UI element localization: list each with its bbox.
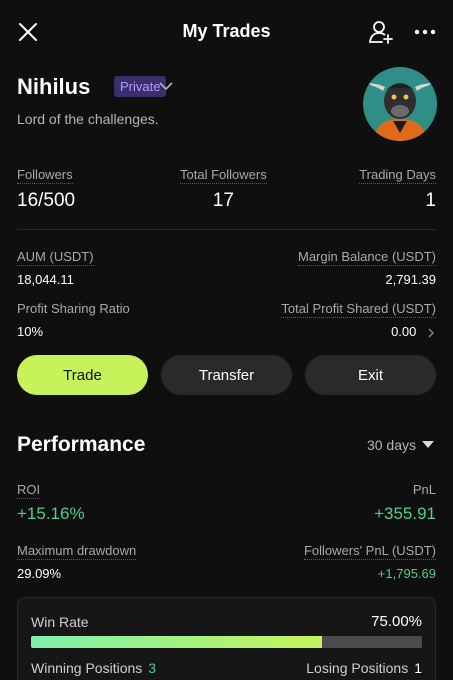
caret-down-icon xyxy=(422,441,434,448)
win-rate-card: Win Rate 75.00% Winning Positions 3 Losin… xyxy=(17,597,436,680)
aum-value: 18,044.11 xyxy=(17,272,74,287)
trade-button[interactable]: Trade xyxy=(17,355,148,395)
divider xyxy=(17,229,436,230)
top-bar: My Trades xyxy=(0,0,453,64)
exit-button[interactable]: Exit xyxy=(305,355,436,395)
transfer-button[interactable]: Transfer xyxy=(161,355,292,395)
total-followers-stat: Total Followers 17 xyxy=(180,166,267,212)
followers-pnl-stat: Followers' PnL (USDT) +1,795.69 xyxy=(227,542,436,581)
winning-positions-count: 3 xyxy=(148,660,157,676)
margin-value: 2,791.39 xyxy=(385,272,436,287)
profit-sharing-value: 10% xyxy=(17,324,44,339)
max-drawdown-label[interactable]: Maximum drawdown xyxy=(17,543,137,560)
max-drawdown-value: 29.09% xyxy=(17,566,62,581)
max-drawdown-stat: Maximum drawdown 29.09% xyxy=(17,542,226,581)
profile-section: Nihilus Private Lord of the challenges. xyxy=(17,67,437,152)
followers-value: 16/500 xyxy=(17,190,76,211)
roi-value: +15.16% xyxy=(17,504,85,523)
losing-positions: Losing Positions 1 xyxy=(306,660,422,676)
trader-name: Nihilus xyxy=(17,74,91,99)
margin-label[interactable]: Margin Balance (USDT) xyxy=(298,249,436,266)
profile-bio: Lord of the challenges. xyxy=(17,111,159,127)
trading-days-stat: Trading Days 1 xyxy=(359,166,436,212)
profit-sharing-label: Profit Sharing Ratio xyxy=(17,301,130,316)
win-rate-fill xyxy=(31,636,323,648)
total-profit-shared-row[interactable]: 0.00 xyxy=(227,324,436,339)
chevron-right-icon[interactable] xyxy=(426,328,436,338)
pnl-label: PnL xyxy=(412,482,436,497)
losing-positions-count: 1 xyxy=(414,660,422,676)
win-rate-bar xyxy=(31,636,422,648)
followers-stat: Followers 16/500 xyxy=(17,166,75,212)
pnl-stat: PnL +355.91 xyxy=(227,481,436,524)
range-selector[interactable]: 30 days xyxy=(367,437,434,453)
roi-label[interactable]: ROI xyxy=(17,482,41,499)
total-profit-shared-value: 0.00 xyxy=(391,324,417,339)
followers-pnl-value: +1,795.69 xyxy=(377,566,436,581)
avatar[interactable] xyxy=(363,67,437,141)
total-followers-value: 17 xyxy=(212,190,234,211)
aum-label[interactable]: AUM (USDT) xyxy=(17,249,94,266)
add-user-icon[interactable] xyxy=(368,19,394,45)
follower-stats: Followers 16/500 Total Followers 17 Trad… xyxy=(17,166,436,212)
total-profit-shared-stat[interactable]: Total Profit Shared (USDT) 0.00 xyxy=(227,300,436,339)
win-rate-value: 75.00% xyxy=(371,613,422,630)
total-profit-shared-label[interactable]: Total Profit Shared (USDT) xyxy=(281,301,436,318)
chevron-down-icon[interactable] xyxy=(158,79,174,93)
winning-positions: Winning Positions 3 xyxy=(31,660,156,676)
trading-days-value: 1 xyxy=(425,190,436,211)
range-label: 30 days xyxy=(366,437,416,453)
total-followers-label[interactable]: Total Followers xyxy=(180,167,267,184)
aum-stat: AUM (USDT) 18,044.11 xyxy=(17,248,226,287)
profit-sharing-stat: Profit Sharing Ratio 10% xyxy=(17,300,226,339)
more-icon[interactable] xyxy=(414,22,436,42)
losing-positions-label: Losing Positions xyxy=(306,660,409,676)
trading-days-label[interactable]: Trading Days xyxy=(359,167,436,184)
roi-stat: ROI +15.16% xyxy=(17,481,226,524)
performance-title: Performance xyxy=(17,433,146,456)
winning-positions-label: Winning Positions xyxy=(31,660,143,676)
action-buttons: Trade Transfer Exit xyxy=(17,355,436,395)
margin-stat: Margin Balance (USDT) 2,791.39 xyxy=(227,248,436,287)
win-rate-label: Win Rate xyxy=(31,614,89,630)
pnl-value: +355.91 xyxy=(374,504,436,523)
followers-pnl-label[interactable]: Followers' PnL (USDT) xyxy=(303,543,436,560)
followers-label[interactable]: Followers xyxy=(17,167,73,184)
